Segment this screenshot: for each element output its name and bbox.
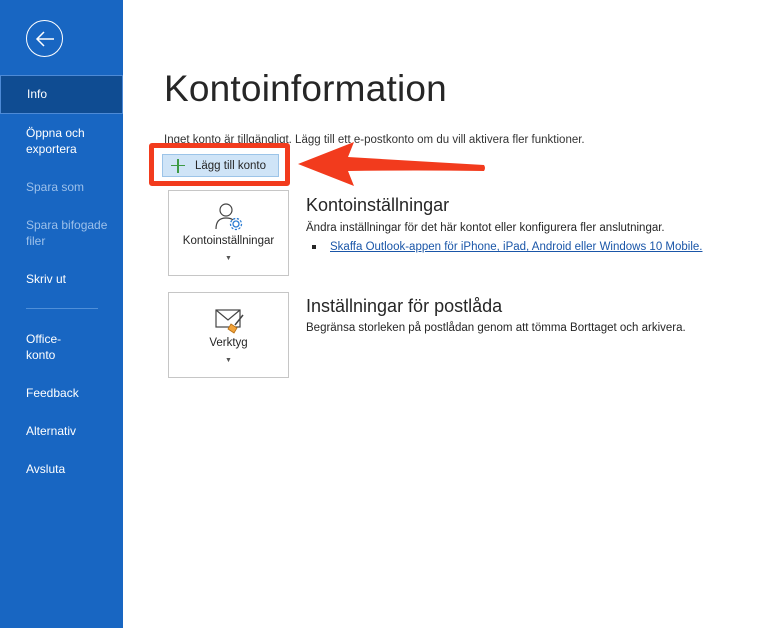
add-account-label: Lägg till konto <box>195 159 266 172</box>
nav-exit-label: Avsluta <box>26 462 66 476</box>
bullet-icon <box>312 245 316 249</box>
outlook-app-link-row: Skaffa Outlook-appen för iPhone, iPad, A… <box>312 241 702 253</box>
chevron-down-icon: ▼ <box>225 255 232 262</box>
nav-open-export[interactable]: Öppna och exportera <box>0 125 123 157</box>
plus-icon <box>171 158 185 173</box>
red-arrow-icon <box>298 142 485 186</box>
nav-office-account-label: Office-konto <box>26 332 62 362</box>
page-title: Kontoinformation <box>164 68 447 109</box>
nav-print-label: Skriv ut <box>26 272 67 286</box>
mailbox-settings-description: Begränsa storleken på postlådan genom at… <box>306 322 686 334</box>
nav-info-label: Info <box>27 87 48 101</box>
nav-office-account[interactable]: Office-konto <box>0 331 123 363</box>
tools-tile[interactable]: Verktyg ▼ <box>168 292 289 378</box>
nav-open-export-label: Öppna och exportera <box>26 126 85 156</box>
account-settings-tile-label: Kontoinställningar <box>182 235 275 247</box>
mailbox-broom-icon <box>215 309 244 334</box>
back-button[interactable] <box>26 20 63 57</box>
nav-divider <box>26 308 98 309</box>
outlook-app-link[interactable]: Skaffa Outlook-appen för iPhone, iPad, A… <box>330 241 702 253</box>
add-account-button[interactable]: Lägg till konto <box>162 154 279 177</box>
nav-exit[interactable]: Avsluta <box>0 461 123 477</box>
back-arrow-icon <box>35 31 54 47</box>
nav-save-attachments-label: Spara bifogade filer <box>26 218 108 248</box>
nav-info[interactable]: Info <box>0 75 123 114</box>
account-settings-tile[interactable]: Kontoinställningar ▼ <box>168 190 289 276</box>
nav-feedback-label: Feedback <box>26 386 79 400</box>
nav-options[interactable]: Alternativ <box>0 423 123 439</box>
account-settings-title: Kontoinställningar <box>306 195 450 215</box>
chevron-down-icon: ▼ <box>225 357 232 364</box>
nav-options-label: Alternativ <box>26 424 77 438</box>
backstage-sidebar: Info Öppna och exportera Spara som Spara… <box>0 0 123 628</box>
nav-print[interactable]: Skriv ut <box>0 271 123 287</box>
tools-tile-label: Verktyg <box>209 337 248 349</box>
nav-save-as: Spara som <box>0 179 123 195</box>
nav-save-attachments: Spara bifogade filer <box>0 217 123 249</box>
nav-save-as-label: Spara som <box>26 180 85 194</box>
nav-feedback[interactable]: Feedback <box>0 385 123 401</box>
mailbox-settings-title: Inställningar för postlåda <box>306 296 503 316</box>
account-settings-description: Ändra inställningar för det här kontot e… <box>306 222 665 234</box>
user-gear-icon <box>215 203 243 231</box>
